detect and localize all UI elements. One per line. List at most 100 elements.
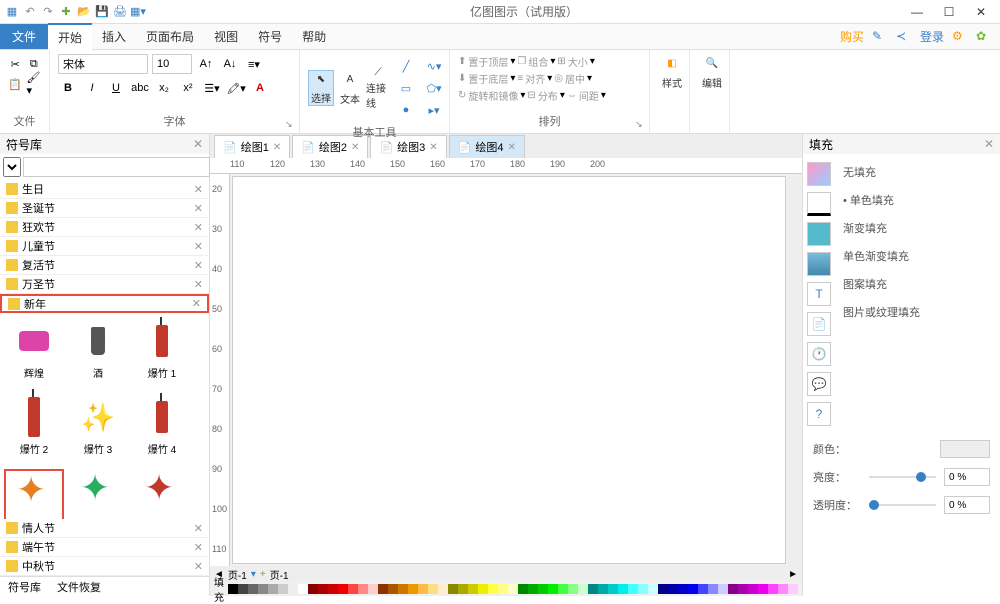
color-swatch[interactable] [358,584,368,594]
color-swatch[interactable] [738,584,748,594]
gear-icon[interactable]: ⚙ [952,29,968,45]
bullets-icon[interactable]: ≡▾ [244,54,264,74]
footer-recover-tab[interactable]: 文件恢复 [49,577,109,596]
color-swatch[interactable] [558,584,568,594]
color-swatch[interactable] [668,584,678,594]
save-icon[interactable]: 💾 [94,4,110,20]
select-tool[interactable]: ⬉ 选择 [308,70,334,106]
page-next-icon[interactable]: ► [788,569,798,580]
fill-none[interactable]: 无填充 [843,162,996,182]
color-swatch[interactable] [368,584,378,594]
decrease-font-icon[interactable]: A↓ [220,54,240,74]
login-link[interactable]: 登录 [920,28,944,45]
text-icon[interactable]: T [807,282,831,306]
close-button[interactable]: ✕ [966,0,996,24]
color-swatch[interactable] [408,584,418,594]
color-swatch[interactable] [308,584,318,594]
group-icon[interactable]: ❐ [517,56,526,67]
buy-link[interactable]: 购买 [840,28,864,45]
symbol-item[interactable]: 烟花 1 [4,469,64,519]
color-swatch[interactable] [578,584,588,594]
color-swatch[interactable] [518,584,528,594]
font-select[interactable] [58,54,148,74]
color-swatch[interactable] [418,584,428,594]
category-halloween[interactable]: 万圣节✕ [0,275,209,294]
color-swatch[interactable] [698,584,708,594]
curve-tool-icon[interactable]: ∿▾ [424,56,444,76]
color-swatch[interactable] [758,584,768,594]
file-menu[interactable]: 文件 [0,24,48,49]
category-newyear[interactable]: 新年✕ [0,294,209,313]
fill-bucket-icon[interactable] [807,162,831,186]
fill-texture[interactable]: 图片或纹理填充 [843,302,996,322]
color-swatch[interactable] [288,584,298,594]
color-swatch[interactable] [628,584,638,594]
color-swatch[interactable] [538,584,548,594]
color-swatch[interactable] [398,584,408,594]
menu-layout[interactable]: 页面布局 [136,24,204,49]
strikethrough-icon[interactable]: abc [130,78,150,98]
color-swatch[interactable] [788,584,798,594]
fill-panel-close-icon[interactable]: ✕ [984,137,994,151]
open-icon[interactable]: 📂 [76,4,92,20]
color-swatch[interactable] [638,584,648,594]
color-swatch[interactable] [748,584,758,594]
color-swatch[interactable] [228,584,238,594]
search-category-select[interactable] [3,157,21,177]
color-swatch[interactable] [238,584,248,594]
menu-start[interactable]: 开始 [48,23,92,50]
share-icon[interactable]: ≺ [896,29,912,45]
color-swatch[interactable] [608,584,618,594]
solid-fill-icon[interactable] [807,222,831,246]
color-swatch[interactable] [488,584,498,594]
image-icon[interactable] [807,252,831,276]
doc-tab[interactable]: 📄绘图1✕ [214,135,290,158]
symbol-item[interactable]: 辉煌 [4,317,64,389]
send-back-icon[interactable]: ⬇ [458,73,466,84]
page-tab-2[interactable]: 页-1 [270,567,289,582]
new-icon[interactable]: ✚ [58,4,74,20]
fill-gradient[interactable]: 渐变填充 [843,218,996,238]
category-carnival[interactable]: 狂欢节✕ [0,218,209,237]
color-swatch[interactable] [328,584,338,594]
color-swatch[interactable] [248,584,258,594]
redo-icon[interactable]: ↷ [40,4,56,20]
color-swatch[interactable] [478,584,488,594]
color-swatch[interactable] [258,584,268,594]
symbol-item[interactable]: 酒 [68,317,128,389]
center-icon[interactable]: ◎ [554,73,563,84]
color-swatch[interactable] [448,584,458,594]
panel-close-icon[interactable]: ✕ [193,137,203,151]
size-icon[interactable]: ⊞ [557,56,565,67]
more-icon[interactable]: ▦▾ [130,4,146,20]
minimize-button[interactable]: — [902,0,932,24]
highlight-icon[interactable]: 🖍▾ [226,78,246,98]
spacing-icon[interactable]: ⇔ [567,90,577,101]
color-swatch[interactable] [508,584,518,594]
polygon-tool-icon[interactable]: ⬠▾ [424,78,444,98]
subscript-icon[interactable]: x₂ [154,78,174,98]
menu-insert[interactable]: 插入 [92,24,136,49]
fill-mono-gradient[interactable]: 单色渐变填充 [843,246,996,266]
rotate-icon[interactable]: ↻ [458,90,466,101]
bring-front-icon[interactable]: ⬆ [458,56,466,67]
color-swatch[interactable] [708,584,718,594]
category-birthday[interactable]: 生日✕ [0,180,209,199]
align-icon[interactable]: ≡ [517,73,523,84]
color-swatch[interactable] [278,584,288,594]
color-swatch[interactable] [458,584,468,594]
symbol-item[interactable]: 爆竹 2 [4,393,64,465]
canvas[interactable] [232,176,786,564]
bold-icon[interactable]: B [58,78,78,98]
underline-icon[interactable]: U [106,78,126,98]
color-swatch[interactable] [498,584,508,594]
color-swatch[interactable] [378,584,388,594]
color-swatch[interactable] [618,584,628,594]
line-style-icon[interactable] [807,192,831,216]
color-swatch[interactable] [598,584,608,594]
footer-symbol-tab[interactable]: 符号库 [0,577,49,596]
edit-button[interactable]: 🔍 编辑 [698,54,726,90]
page-tab[interactable]: 页-1 [228,567,247,582]
vertical-scrollbar[interactable] [788,174,802,566]
brightness-slider[interactable] [869,476,936,478]
